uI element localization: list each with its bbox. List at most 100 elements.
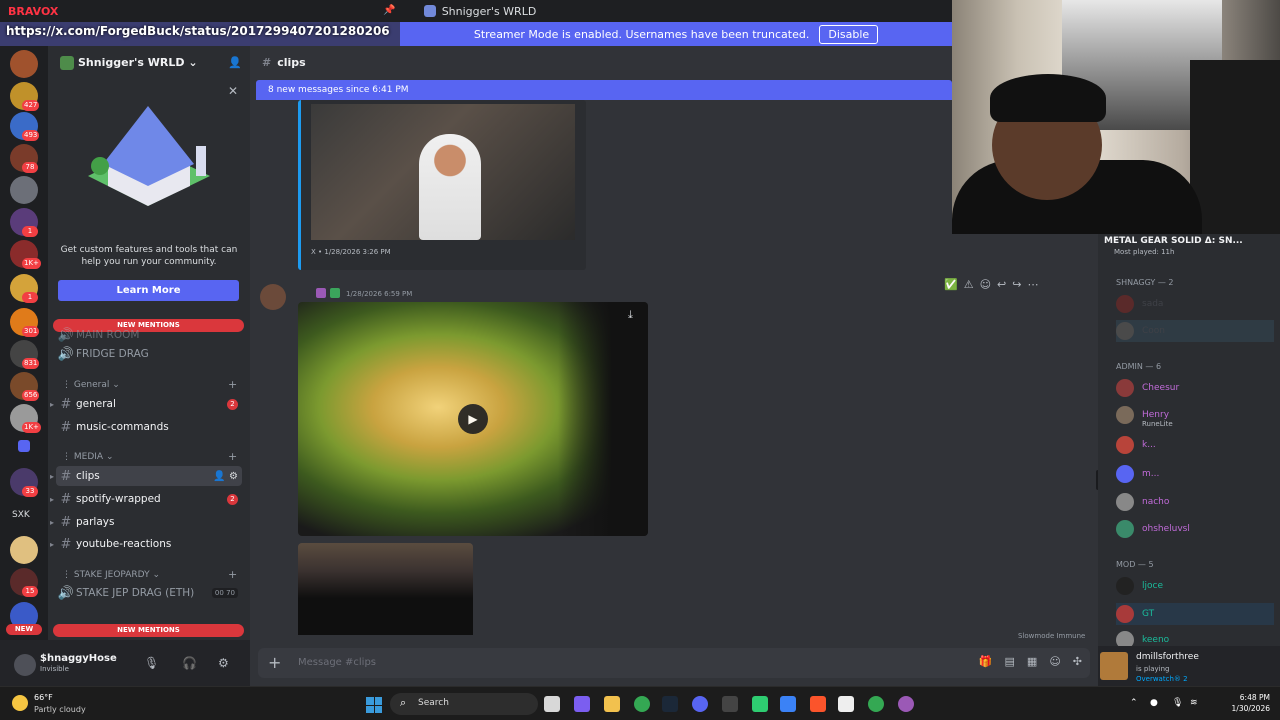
- member[interactable]: sada: [1116, 293, 1163, 315]
- app-icon[interactable]: [722, 696, 738, 712]
- channel-parlays[interactable]: ▸ # parlays: [50, 512, 242, 532]
- taskbar-search[interactable]: ⌕ Search: [390, 693, 538, 715]
- channel-general[interactable]: ▸ # general 2: [50, 394, 242, 414]
- avatar[interactable]: [14, 654, 36, 676]
- wifi-icon[interactable]: ≋: [1190, 698, 1198, 708]
- tray-chevron-icon[interactable]: ⌃: [1130, 698, 1138, 708]
- channel-stake-jep-drag[interactable]: 🔊 STAKE JEP DRAG (ETH) 00 70: [56, 583, 242, 603]
- server-rail: 427 493 78 1 1K+ 1 301 831 656 1K+ 33 SX…: [0, 46, 48, 686]
- forward-icon[interactable]: ↪: [1012, 278, 1021, 291]
- add-channel-button[interactable]: +: [228, 378, 237, 391]
- download-icon[interactable]: ⤓: [628, 308, 633, 322]
- app-icon[interactable]: [838, 696, 854, 712]
- new-pill[interactable]: NEW: [6, 624, 42, 635]
- message-composer: + Message #clips 🎁 ▤ ▦ ☺ ✣: [250, 640, 1098, 686]
- more-icon[interactable]: ⋯: [1027, 278, 1038, 291]
- emoji-icon[interactable]: ☺: [1049, 655, 1060, 668]
- reaction-icon[interactable]: ☺: [980, 278, 991, 291]
- brave-icon[interactable]: [810, 696, 826, 712]
- group-mod: MOD — 5: [1116, 560, 1154, 569]
- category-general[interactable]: ⋮ General ⌄: [62, 380, 120, 390]
- disable-button[interactable]: Disable: [819, 24, 879, 44]
- channel-header: # clips: [262, 56, 306, 69]
- server-avatar[interactable]: [10, 176, 38, 204]
- embed-image[interactable]: [311, 104, 575, 240]
- channel-main-room[interactable]: 🔊 MAIN ROOM: [56, 325, 242, 345]
- add-channel-button[interactable]: +: [228, 450, 237, 463]
- add-channel-button[interactable]: +: [228, 568, 237, 581]
- server-text-item[interactable]: SXK: [12, 510, 30, 520]
- group-shnaggy: SHNAGGY — 2: [1116, 278, 1174, 287]
- category-media[interactable]: ⋮ MEDIA ⌄: [62, 452, 113, 462]
- new-messages-bar[interactable]: 8 new messages since 6:41 PM: [256, 80, 952, 100]
- channel-youtube-reactions[interactable]: ▸ # youtube-reactions: [50, 534, 242, 554]
- microphone-icon[interactable]: 🎙: [144, 656, 159, 670]
- game-title[interactable]: METAL GEAR SOLID Δ: SN...: [1104, 236, 1243, 246]
- reply-icon[interactable]: ↩: [997, 278, 1006, 291]
- video-attachment[interactable]: [298, 543, 473, 635]
- tray-app-icon[interactable]: ●: [1150, 698, 1158, 708]
- user-name[interactable]: $hnaggyHose: [40, 653, 117, 664]
- member[interactable]: Cheesur: [1116, 377, 1179, 399]
- windows-start-icon[interactable]: [366, 697, 382, 713]
- voice-counter: 00 70: [211, 588, 238, 598]
- channel-music-commands[interactable]: # music-commands: [56, 417, 242, 437]
- server-icon: [423, 5, 436, 17]
- member[interactable]: nacho: [1116, 491, 1169, 513]
- headphones-icon[interactable]: 🎧: [182, 656, 197, 670]
- clock[interactable]: 6:48 PM 1/30/2026: [1214, 692, 1270, 714]
- member[interactable]: k...: [1116, 434, 1156, 456]
- pin-icon[interactable]: 📌: [383, 5, 395, 17]
- play-icon[interactable]: ▶: [458, 404, 488, 434]
- file-explorer-icon[interactable]: [604, 696, 620, 712]
- new-mentions-pill[interactable]: NEW MENTIONS: [53, 624, 244, 637]
- app-icon[interactable]: [780, 696, 796, 712]
- member[interactable]: Coon: [1116, 320, 1274, 342]
- channel-clips[interactable]: ▸ # clips 👤 ⚙: [50, 466, 242, 486]
- member[interactable]: Henry RuneLite: [1116, 404, 1173, 428]
- category-stake[interactable]: ⋮ STAKE JEOPARDY ⌄: [62, 570, 160, 580]
- avatar[interactable]: [260, 284, 286, 310]
- chrome-icon[interactable]: [868, 696, 884, 712]
- chrome-icon[interactable]: [634, 696, 650, 712]
- message-actions: ✅ ⚠ ☺ ↩ ↪ ⋯: [944, 278, 1038, 291]
- close-icon[interactable]: ✕: [228, 84, 238, 98]
- chair: [1190, 60, 1280, 234]
- discord-icon[interactable]: [692, 696, 708, 712]
- member[interactable]: m...: [1116, 463, 1159, 485]
- member[interactable]: ljoce: [1116, 575, 1163, 597]
- member[interactable]: ohsheluvsl: [1116, 518, 1190, 540]
- gif-icon[interactable]: ▤: [1005, 655, 1015, 668]
- invite-icon[interactable]: 👤: [228, 56, 242, 70]
- gift-icon[interactable]: 🎁: [979, 655, 993, 668]
- server-avatar[interactable]: [10, 50, 38, 78]
- now-playing-card[interactable]: dmillsforthree is playing Overwatch® 2: [1098, 646, 1280, 686]
- check-icon[interactable]: ✅: [944, 278, 958, 291]
- apps-icon[interactable]: ✣: [1073, 655, 1082, 668]
- sticker-icon[interactable]: ▦: [1027, 655, 1037, 668]
- message-input[interactable]: + Message #clips 🎁 ▤ ▦ ☺ ✣: [258, 648, 1090, 678]
- microphone-icon[interactable]: 🎙: [1172, 698, 1183, 708]
- member[interactable]: GT: [1116, 603, 1274, 625]
- window-titlebar: Shnigger's WRLD: [0, 0, 960, 22]
- copilot-icon[interactable]: [574, 696, 590, 712]
- channel-settings-icon[interactable]: 👤 ⚙: [213, 471, 238, 482]
- gear-icon[interactable]: ⚙: [218, 656, 229, 670]
- channel-spotify-wrapped[interactable]: ▸ # spotify-wrapped 2: [50, 489, 242, 509]
- server-avatar[interactable]: [10, 536, 38, 564]
- channel-sidebar: Shnigger's WRLD ⌄ 👤 ✕ Get custom feature…: [48, 46, 250, 640]
- stream-overlay-tag: BRAVOX: [8, 5, 59, 18]
- warning-icon[interactable]: ⚠: [964, 278, 974, 291]
- folder-icon[interactable]: [18, 440, 30, 452]
- server-badge: 831: [22, 358, 40, 369]
- x-embed[interactable]: X • 1/28/2026 3:26 PM: [298, 100, 586, 270]
- task-view-icon[interactable]: [544, 696, 560, 712]
- banner-text: Streamer Mode is enabled. Usernames have…: [473, 27, 810, 41]
- server-name[interactable]: Shnigger's WRLD ⌄: [78, 56, 198, 69]
- channel-fridge-drag[interactable]: 🔊 FRIDGE DRAG: [56, 344, 242, 364]
- steam-icon[interactable]: [662, 696, 678, 712]
- app-icon[interactable]: [752, 696, 768, 712]
- learn-more-button[interactable]: Learn More: [58, 280, 239, 301]
- add-attachment-icon[interactable]: +: [268, 653, 281, 672]
- app-icon[interactable]: [898, 696, 914, 712]
